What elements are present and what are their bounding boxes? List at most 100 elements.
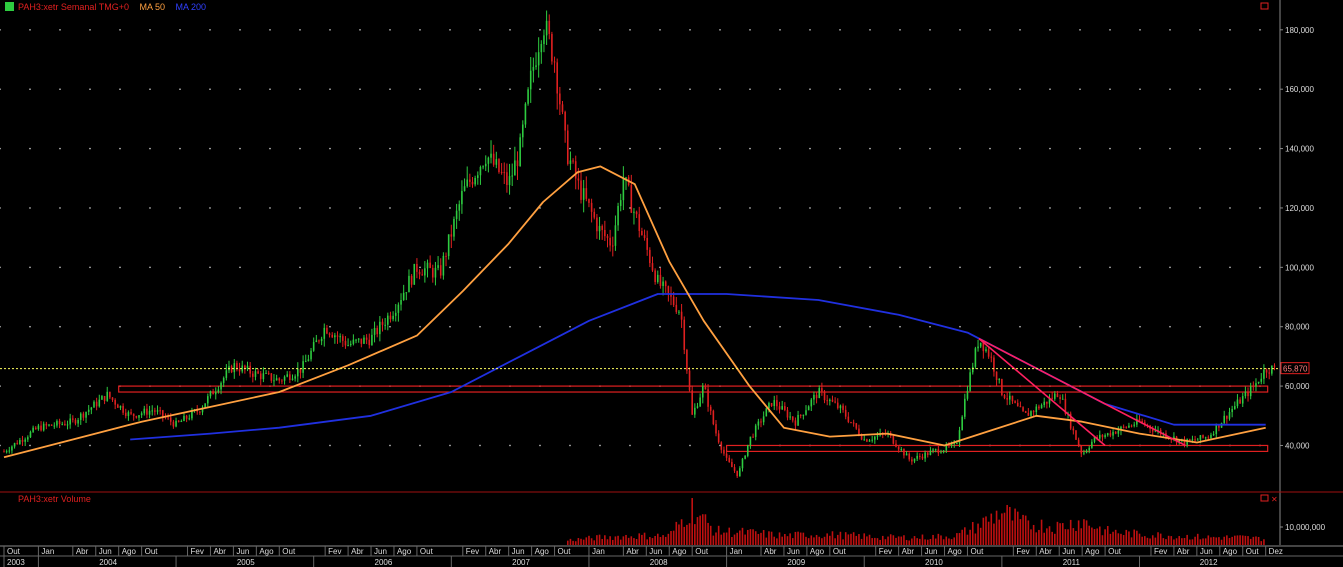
volume-bar xyxy=(1128,531,1130,545)
volume-bar xyxy=(768,531,770,545)
candle-body xyxy=(1212,434,1215,436)
candle-body xyxy=(1006,398,1008,400)
candle-body xyxy=(1191,439,1194,441)
volume-bar xyxy=(731,537,733,545)
candle-body xyxy=(691,390,693,415)
volume-bar xyxy=(1181,538,1183,545)
candle-body xyxy=(598,225,601,232)
candle-body xyxy=(87,409,90,412)
x-month-label: Abr xyxy=(626,547,639,556)
candle-body xyxy=(527,89,529,104)
volume-bar xyxy=(1220,539,1223,545)
maximize-icon[interactable] xyxy=(1260,2,1269,10)
volume-bar xyxy=(895,537,897,545)
candle-body xyxy=(416,263,418,272)
x-month-label: Jun xyxy=(1062,547,1075,556)
candle-body xyxy=(969,372,971,391)
price-chart: 40,000 60,000 80,000 100,000 120,000 140,000 1… xyxy=(0,0,1343,567)
candle-body xyxy=(95,401,98,407)
candle-body xyxy=(712,410,715,425)
volume-bar xyxy=(799,532,802,545)
x-month-label: Fev xyxy=(191,547,204,556)
candle-body xyxy=(1019,406,1022,408)
ma50-label[interactable]: MA 50 xyxy=(139,2,165,12)
volume-bar xyxy=(977,523,979,545)
candle-body xyxy=(1009,395,1011,400)
volume-bar xyxy=(998,519,1001,545)
volume-bar xyxy=(651,538,654,545)
candle-body xyxy=(217,389,220,392)
volume-bar xyxy=(707,522,709,545)
candle-body xyxy=(553,61,556,63)
volume-bar xyxy=(1157,532,1159,545)
x-month-label: Out xyxy=(282,547,296,556)
candle-body xyxy=(807,406,810,411)
x-month-label: Ago xyxy=(672,547,687,556)
volume-close-icon[interactable]: ✕ xyxy=(1271,495,1278,504)
candle-body xyxy=(471,181,474,185)
volume-maximize-icon[interactable] xyxy=(1260,494,1269,502)
candle-body xyxy=(1257,381,1260,384)
candle-body xyxy=(834,401,836,403)
candle-body xyxy=(905,453,908,456)
volume-bar xyxy=(649,537,651,545)
candle-body xyxy=(1077,439,1080,447)
y-tick-label: 60,000 xyxy=(1285,382,1310,391)
candle-body xyxy=(11,446,13,451)
candle-body xyxy=(101,396,103,400)
candle-body xyxy=(482,166,484,168)
x-month-label: Ago xyxy=(535,547,550,556)
candle-body xyxy=(900,448,903,450)
candle-body xyxy=(966,390,969,399)
candle-body xyxy=(214,391,217,395)
candle-body xyxy=(418,271,421,275)
candle-body xyxy=(162,410,164,417)
volume-bar xyxy=(985,516,987,545)
volume-bar xyxy=(786,536,789,545)
candle-body xyxy=(90,407,93,410)
candle-body xyxy=(688,370,691,391)
x-month-label: Fev xyxy=(466,547,479,556)
volume-bar xyxy=(1231,536,1233,545)
ma200-label[interactable]: MA 200 xyxy=(176,2,207,12)
candle-body xyxy=(659,274,662,286)
instrument-label[interactable]: PAH3:xetr Semanal TMG+0 xyxy=(18,2,129,12)
candle-body xyxy=(344,340,347,346)
volume-bar xyxy=(739,530,741,545)
volume-bar xyxy=(1104,529,1106,545)
candle-body xyxy=(151,410,154,412)
x-month-label: Abr xyxy=(213,547,226,556)
candle-body xyxy=(892,435,895,444)
volume-bar xyxy=(1054,533,1056,545)
candle-body xyxy=(342,336,344,341)
x-month-label: Ago xyxy=(122,547,137,556)
volume-bar xyxy=(1162,538,1165,545)
y-tick-label: 180,000 xyxy=(1285,26,1314,35)
candle-body xyxy=(1199,435,1202,440)
candle-body xyxy=(733,467,736,471)
volume-bar xyxy=(784,534,786,545)
volume-bar xyxy=(905,539,908,545)
candle-body xyxy=(961,416,963,431)
volume-bar xyxy=(940,535,942,545)
candle-body xyxy=(318,340,320,342)
candle-body xyxy=(503,172,506,174)
volume-bar xyxy=(614,536,617,545)
candle-body xyxy=(746,444,749,456)
candle-body xyxy=(654,270,656,282)
volume-bar xyxy=(680,519,683,545)
candle-body xyxy=(852,422,855,424)
volume-bar xyxy=(593,540,596,545)
x-month-label: Dez xyxy=(1269,547,1283,556)
candle-body xyxy=(373,328,376,335)
x-month-label: Abr xyxy=(902,547,915,556)
candle-body xyxy=(138,415,140,418)
candle-body xyxy=(524,103,527,125)
volume-bar xyxy=(752,529,754,545)
volume-bar xyxy=(1085,520,1088,545)
volume-bar xyxy=(1138,533,1141,545)
volume-bar xyxy=(723,532,725,545)
volume-bar xyxy=(664,536,667,545)
x-year-label: 2005 xyxy=(237,558,255,567)
candle-body xyxy=(715,424,717,434)
